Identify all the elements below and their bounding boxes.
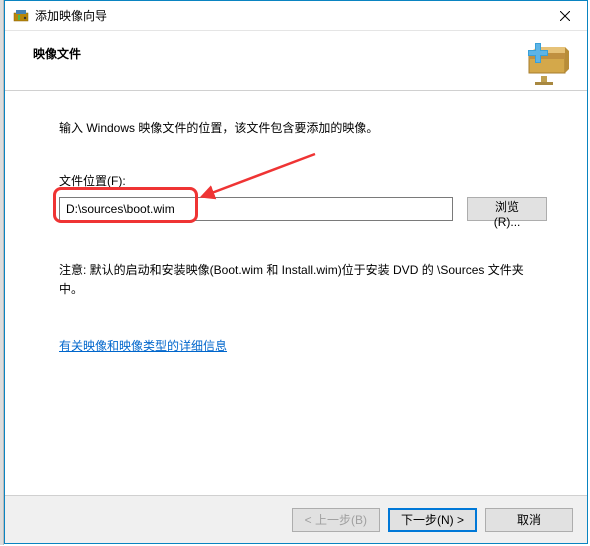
titlebar: 添加映像向导 — [5, 1, 587, 31]
dialog-window: 添加映像向导 映像文件 输入 Windows — [4, 0, 588, 544]
back-button[interactable]: < 上一步(B) — [292, 508, 380, 532]
note-text: 注意: 默认的启动和安装映像(Boot.wim 和 Install.wim)位于… — [59, 261, 547, 299]
browse-button[interactable]: 浏览(R)... — [467, 197, 547, 221]
instruction-text: 输入 Windows 映像文件的位置，该文件包含要添加的映像。 — [59, 119, 547, 136]
cancel-button[interactable]: 取消 — [485, 508, 573, 532]
wizard-header: 映像文件 — [5, 31, 587, 91]
app-icon — [13, 8, 29, 24]
window-title: 添加映像向导 — [35, 7, 542, 24]
file-input-row: 浏览(R)... — [59, 197, 547, 221]
close-button[interactable] — [542, 1, 587, 30]
file-location-label: 文件位置(F): — [59, 172, 547, 189]
more-info-link[interactable]: 有关映像和映像类型的详细信息 — [59, 339, 227, 353]
wizard-icon — [521, 41, 569, 88]
next-button[interactable]: 下一步(N) > — [388, 508, 477, 532]
file-path-input[interactable] — [59, 197, 453, 221]
wizard-footer: < 上一步(B) 下一步(N) > 取消 — [5, 495, 587, 543]
wizard-content: 输入 Windows 映像文件的位置，该文件包含要添加的映像。 文件位置(F):… — [5, 91, 587, 354]
close-icon — [560, 11, 570, 21]
page-title: 映像文件 — [33, 45, 567, 62]
